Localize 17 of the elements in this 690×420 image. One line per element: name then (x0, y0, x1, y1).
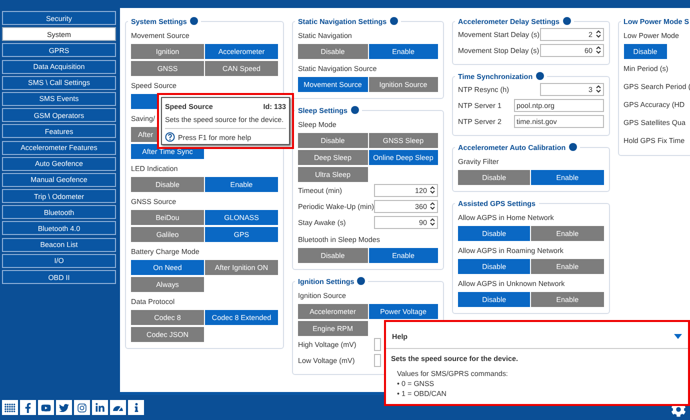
help-icon (165, 132, 175, 142)
spinner-icon[interactable] (596, 85, 601, 93)
youtube-icon[interactable] (38, 400, 54, 415)
spinner-icon[interactable] (430, 202, 436, 210)
number-field[interactable] (374, 338, 382, 350)
instagram-icon[interactable] (74, 400, 90, 415)
dots-logo-icon[interactable] (2, 400, 18, 415)
spinner-icon[interactable] (596, 46, 601, 54)
spinner-icon[interactable] (430, 218, 436, 226)
spinner-icon[interactable] (596, 30, 601, 38)
spinner-icon[interactable] (430, 186, 436, 194)
facebook-icon[interactable] (20, 400, 36, 415)
caret-icon[interactable] (674, 334, 682, 339)
twitter-icon[interactable] (56, 400, 72, 415)
gauge-icon[interactable] (110, 400, 126, 415)
number-field[interactable] (374, 354, 382, 366)
linkedin-icon[interactable] (92, 400, 108, 415)
